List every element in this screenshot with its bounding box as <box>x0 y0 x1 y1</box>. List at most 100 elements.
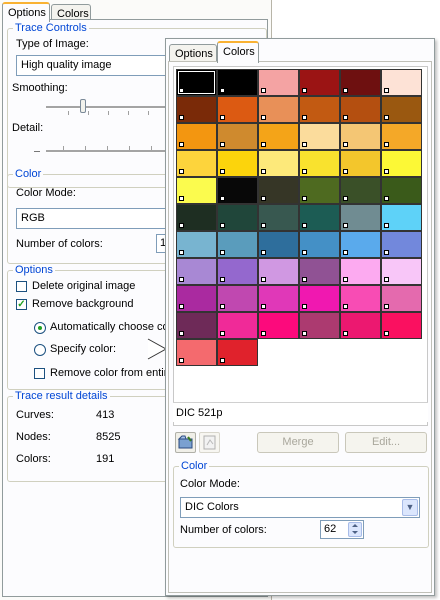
tab-options[interactable]: Options <box>2 2 50 22</box>
color-swatch[interactable] <box>217 258 258 285</box>
color-swatch[interactable] <box>258 96 299 123</box>
color-swatch[interactable] <box>340 312 381 339</box>
color-swatch[interactable] <box>176 339 217 366</box>
color-swatch[interactable] <box>217 312 258 339</box>
color-swatch[interactable] <box>299 285 340 312</box>
color-swatch[interactable] <box>381 204 422 231</box>
color-swatch[interactable] <box>340 231 381 258</box>
front-tab-colors[interactable]: Colors <box>217 41 259 63</box>
color-swatch[interactable] <box>381 285 422 312</box>
color-swatch[interactable] <box>299 150 340 177</box>
color-swatch[interactable] <box>381 96 422 123</box>
chevron-down-icon[interactable]: ▼ <box>402 499 418 516</box>
palette-color-mode-combo[interactable]: DIC Colors ▼ <box>180 497 420 518</box>
color-palette[interactable] <box>173 66 428 426</box>
color-swatch[interactable] <box>258 231 299 258</box>
color-swatch[interactable] <box>340 285 381 312</box>
swatch-marker-icon <box>261 223 266 228</box>
color-swatch[interactable] <box>258 204 299 231</box>
color-swatch[interactable] <box>258 258 299 285</box>
color-swatch[interactable] <box>258 123 299 150</box>
color-swatch[interactable] <box>176 312 217 339</box>
color-swatch[interactable] <box>381 231 422 258</box>
color-swatch[interactable] <box>299 177 340 204</box>
color-swatch[interactable] <box>217 285 258 312</box>
color-swatch[interactable] <box>340 177 381 204</box>
remove-entire-checkbox[interactable] <box>34 368 45 379</box>
color-swatch[interactable] <box>299 69 340 96</box>
auto-choose-radio[interactable] <box>34 322 46 334</box>
color-swatch[interactable] <box>217 123 258 150</box>
detail-tick <box>107 146 108 150</box>
swatch-marker-icon <box>220 88 225 93</box>
edit-button[interactable]: Edit... <box>345 432 427 453</box>
delete-original-checkbox[interactable] <box>16 281 27 292</box>
color-swatch[interactable] <box>217 150 258 177</box>
remove-entire-label[interactable]: Remove color from entire <box>50 367 174 379</box>
merge-button[interactable]: Merge <box>257 432 339 453</box>
color-swatch[interactable] <box>258 177 299 204</box>
color-swatch[interactable] <box>340 69 381 96</box>
swatch-marker-icon <box>220 223 225 228</box>
color-swatch[interactable] <box>176 96 217 123</box>
color-swatch[interactable] <box>340 258 381 285</box>
color-swatch[interactable] <box>381 69 422 96</box>
color-swatch[interactable] <box>299 204 340 231</box>
color-swatch[interactable] <box>381 123 422 150</box>
color-swatch[interactable] <box>381 258 422 285</box>
color-swatch[interactable] <box>381 312 422 339</box>
color-swatch[interactable] <box>299 258 340 285</box>
smoothing-slider-thumb[interactable] <box>80 99 86 113</box>
palette-number-of-colors-spinner[interactable]: 62 <box>320 520 364 539</box>
color-swatch[interactable] <box>176 231 217 258</box>
auto-choose-label[interactable]: Automatically choose col <box>50 321 171 333</box>
swatch-marker-icon <box>220 358 225 363</box>
color-swatch[interactable] <box>340 123 381 150</box>
smoothing-slider-track[interactable] <box>46 106 166 109</box>
color-swatch[interactable] <box>299 231 340 258</box>
color-swatch[interactable] <box>340 204 381 231</box>
palette-color-group: Color Color Mode: DIC Colors ▼ Number of… <box>173 460 429 548</box>
spinner-up-icon[interactable] <box>352 524 358 527</box>
color-swatch[interactable] <box>381 150 422 177</box>
color-swatch[interactable] <box>176 150 217 177</box>
open-palette-button[interactable] <box>175 432 196 453</box>
swatch-marker-icon <box>343 250 348 255</box>
color-swatch[interactable] <box>299 123 340 150</box>
remove-background-checkbox[interactable]: ✓ <box>16 299 27 310</box>
color-swatch[interactable] <box>340 150 381 177</box>
color-swatch[interactable] <box>217 231 258 258</box>
swatch-marker-icon <box>302 304 307 309</box>
spinner-down-icon[interactable] <box>352 531 358 534</box>
remove-background-label[interactable]: Remove background <box>32 298 134 310</box>
color-swatch[interactable] <box>217 96 258 123</box>
color-swatch[interactable] <box>217 339 258 366</box>
swatch-marker-icon <box>261 250 266 255</box>
color-swatch[interactable] <box>299 96 340 123</box>
color-swatch[interactable] <box>340 96 381 123</box>
color-swatch[interactable] <box>258 69 299 96</box>
color-swatch[interactable] <box>176 258 217 285</box>
spinner-arrows-icon[interactable] <box>348 522 362 537</box>
detail-slider-track[interactable] <box>46 150 166 153</box>
color-swatch[interactable] <box>381 177 422 204</box>
swatch-marker-icon <box>302 115 307 120</box>
color-swatch[interactable] <box>299 312 340 339</box>
color-swatch[interactable] <box>258 150 299 177</box>
color-swatch[interactable] <box>217 204 258 231</box>
color-swatch[interactable] <box>217 177 258 204</box>
delete-original-label[interactable]: Delete original image <box>32 280 135 292</box>
specify-color-radio[interactable] <box>34 344 46 356</box>
color-swatch[interactable] <box>217 69 258 96</box>
save-palette-button[interactable] <box>199 432 220 453</box>
color-swatch[interactable] <box>176 69 217 96</box>
color-swatch[interactable] <box>176 177 217 204</box>
color-swatch[interactable] <box>176 204 217 231</box>
color-swatch[interactable] <box>176 123 217 150</box>
swatch-marker-icon <box>384 223 389 228</box>
color-swatch[interactable] <box>258 312 299 339</box>
specify-color-label[interactable]: Specify color: <box>50 343 116 355</box>
detail-tick <box>63 146 64 150</box>
color-swatch[interactable] <box>258 285 299 312</box>
color-swatch[interactable] <box>176 285 217 312</box>
